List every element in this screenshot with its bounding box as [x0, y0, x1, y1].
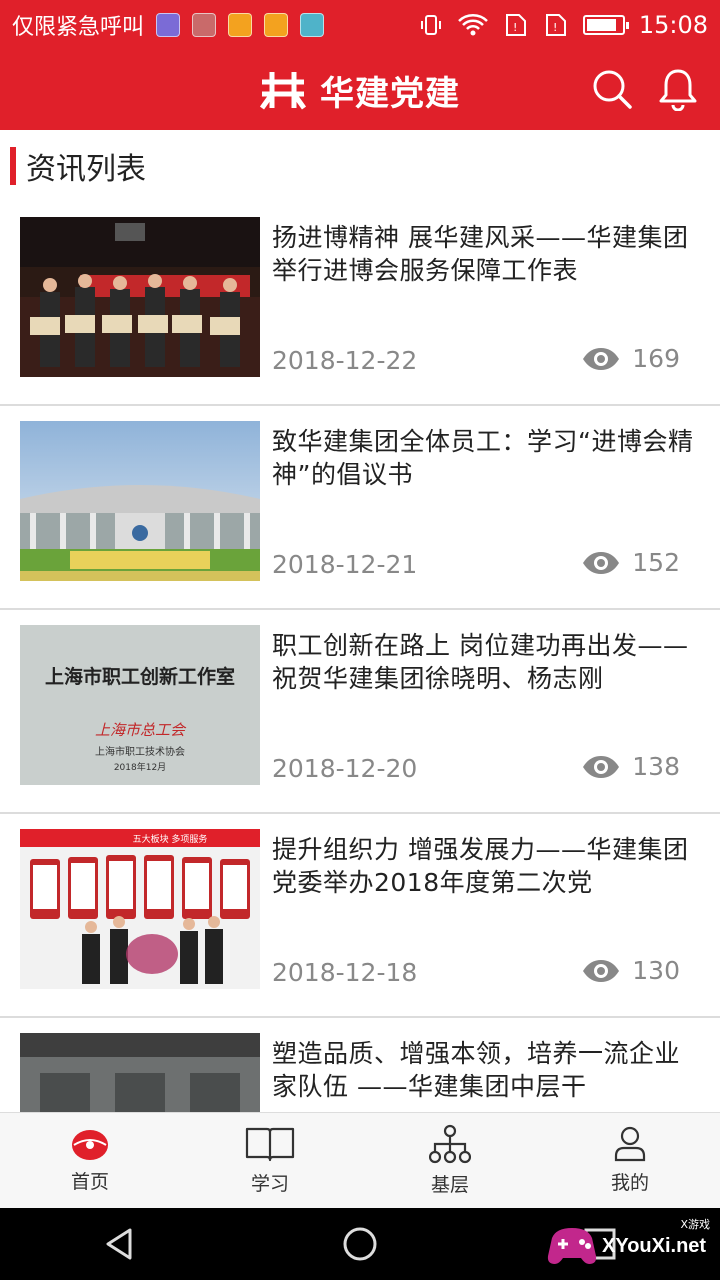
weibo-icon	[228, 13, 253, 37]
logo-icon	[260, 72, 306, 110]
section-header: 资讯列表	[0, 130, 720, 202]
news-title: 塑造品质、增强本领，培养一流企业家队伍 ——华建集团中层干	[272, 1039, 681, 1101]
view-count: 152	[632, 548, 680, 577]
news-title: 扬进博精神 展华建风采——华建集团举行进博会服务保障工作表	[272, 223, 689, 285]
news-date: 2018-12-21	[272, 550, 418, 579]
news-body: 职工创新在路上 岗位建功再出发——祝贺华建集团徐晓明、杨志刚 2018-12-2…	[272, 625, 700, 785]
thumbnail-heading: 五大板块 多项服务	[133, 833, 208, 845]
news-thumbnail	[20, 1033, 260, 1112]
app-icon	[300, 13, 325, 37]
news-views: 152	[582, 548, 680, 577]
book-icon	[245, 1127, 295, 1162]
watermark: XYouXi.net X游戏	[546, 1216, 714, 1276]
system-nav-bar: XYouXi.net X游戏	[0, 1208, 720, 1280]
weibo-alt-icon	[156, 13, 181, 37]
news-item[interactable]: 上海市职工创新工作室 上海市总工会 上海市职工技术协会 2018年12月 职工创…	[0, 610, 720, 814]
notification-button[interactable]	[656, 64, 700, 114]
news-item[interactable]: 五大板块 多项服务 提升组织力 增强发展力——华建集团党委举办2018年度第二次…	[0, 814, 720, 1018]
news-date: 2018-12-22	[272, 346, 418, 375]
eye-icon	[583, 347, 620, 370]
thumbnail-date: 2018年12月	[114, 761, 166, 773]
news-list: 扬进博精神 展华建风采——华建集团举行进博会服务保障工作表 2018-12-22…	[0, 202, 720, 1112]
news-item[interactable]: 扬进博精神 展华建风采——华建集团举行进博会服务保障工作表 2018-12-22…	[0, 202, 720, 406]
news-title: 致华建集团全体员工：学习“进博会精神”的倡议书	[272, 427, 694, 489]
news-views: 138	[582, 752, 680, 781]
sim-card-icon: !	[545, 14, 566, 36]
battery-icon	[582, 15, 629, 35]
weibo-icon	[264, 13, 289, 37]
view-count: 130	[632, 956, 680, 985]
news-thumbnail	[20, 217, 260, 377]
view-count: 138	[632, 752, 680, 781]
back-icon[interactable]	[100, 1224, 140, 1264]
news-date: 2018-12-20	[272, 754, 418, 783]
nav-label-home: 首页	[70, 1171, 109, 1193]
news-body: 扬进博精神 展华建风采——华建集团举行进博会服务保障工作表 2018-12-22…	[272, 217, 700, 377]
news-item[interactable]: 塑造品质、增强本领，培养一流企业家队伍 ——华建集团中层干	[0, 1018, 720, 1112]
news-thumbnail: 五大板块 多项服务	[20, 829, 260, 989]
brand: 华建党建	[260, 66, 460, 115]
search-icon	[593, 70, 632, 109]
news-body: 塑造品质、增强本领，培养一流企业家队伍 ——华建集团中层干	[272, 1033, 700, 1112]
nav-item-study[interactable]: 学习	[180, 1113, 360, 1208]
watermark-text: XYouXi.net	[602, 1234, 707, 1257]
bottom-nav: 首页 学习 基层 我的	[0, 1112, 720, 1208]
nav-label-mine: 我的	[610, 1172, 649, 1194]
bell-icon	[659, 69, 697, 111]
news-thumbnail	[20, 421, 260, 581]
vibrate-icon	[420, 15, 441, 35]
news-body: 提升组织力 增强发展力——华建集团党委举办2018年度第二次党 2018-12-…	[272, 829, 700, 989]
watermark-small: X游戏	[680, 1218, 710, 1231]
thumbnail-script: 上海市总工会	[95, 721, 187, 739]
section-title: 资讯列表	[26, 152, 146, 187]
wifi-icon	[457, 14, 488, 36]
org-tree-icon	[429, 1124, 471, 1164]
app-header: 华建党建	[0, 50, 720, 130]
nav-label-study: 学习	[250, 1173, 289, 1195]
news-thumbnail: 上海市职工创新工作室 上海市总工会 上海市职工技术协会 2018年12月	[20, 625, 260, 785]
news-date: 2018-12-18	[272, 958, 418, 987]
view-count: 169	[632, 344, 680, 373]
thumbnail-org: 上海市职工技术协会	[95, 745, 185, 758]
nav-item-mine[interactable]: 我的	[540, 1113, 720, 1208]
news-item[interactable]: 致华建集团全体员工：学习“进博会精神”的倡议书 2018-12-21 152	[0, 406, 720, 610]
user-icon	[614, 1126, 646, 1162]
carrier-text: 仅限紧急呼叫	[12, 15, 145, 40]
nav-label-grassroots: 基层	[430, 1174, 469, 1196]
svg-text:!: !	[513, 21, 517, 34]
clock: 15:08	[638, 11, 708, 39]
home-button-icon[interactable]	[340, 1224, 380, 1264]
news-views: 169	[582, 344, 680, 373]
eye-icon	[583, 959, 620, 982]
nav-item-home[interactable]: 首页	[0, 1113, 180, 1208]
news-body: 致华建集团全体员工：学习“进博会精神”的倡议书 2018-12-21 152	[272, 421, 700, 581]
status-bar: 仅限紧急呼叫 ! ! 15:08	[0, 0, 720, 50]
eye-icon	[583, 755, 620, 778]
eye-icon	[583, 551, 620, 574]
gamepad-logo-icon	[547, 1228, 597, 1264]
search-button[interactable]	[590, 64, 634, 114]
svg-text:!: !	[553, 21, 557, 34]
app-title: 华建党建	[320, 73, 460, 114]
gallery-icon	[192, 13, 217, 37]
news-title: 提升组织力 增强发展力——华建集团党委举办2018年度第二次党	[272, 835, 689, 897]
home-icon	[72, 1130, 108, 1160]
nav-item-grassroots[interactable]: 基层	[360, 1113, 540, 1208]
thumbnail-heading: 上海市职工创新工作室	[45, 665, 235, 688]
news-title: 职工创新在路上 岗位建功再出发——祝贺华建集团徐晓明、杨志刚	[272, 631, 689, 693]
sim-card-icon: !	[505, 14, 526, 36]
section-accent-bar	[10, 147, 16, 185]
news-views: 130	[582, 956, 680, 985]
